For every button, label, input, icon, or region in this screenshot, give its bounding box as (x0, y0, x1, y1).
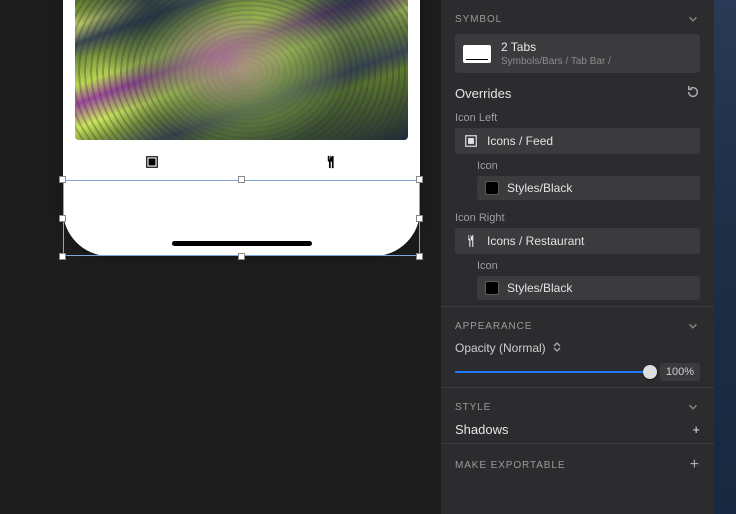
icon-left-color-dropdown[interactable]: Styles/Black (477, 176, 700, 200)
artboard-phone[interactable] (63, 0, 420, 256)
blend-mode-stepper-icon[interactable] (552, 341, 562, 355)
shadows-label: Shadows (455, 422, 508, 437)
symbol-header: Symbol (455, 14, 502, 25)
overrides-title: Overrides (455, 86, 511, 101)
style-header: Style (455, 402, 491, 413)
feed-icon (463, 133, 479, 149)
add-shadow-icon[interactable]: + (692, 422, 700, 437)
override-label-icon-right: Icon Right (455, 212, 700, 224)
symbol-thumbnail (463, 45, 491, 63)
selection-handle[interactable] (59, 176, 66, 183)
selection-handle[interactable] (416, 253, 423, 260)
add-export-icon[interactable]: + (690, 456, 700, 474)
selection-handle[interactable] (238, 253, 245, 260)
icon-right-dropdown[interactable]: Icons / Restaurant (455, 228, 700, 254)
restaurant-icon (323, 154, 339, 170)
dropdown-value: Styles/Black (507, 181, 572, 195)
selection-handle[interactable] (416, 215, 423, 222)
dropdown-value: Icons / Restaurant (487, 234, 584, 248)
selection-handle[interactable] (238, 176, 245, 183)
tab-left[interactable] (63, 140, 242, 184)
opacity-value[interactable]: 100% (660, 363, 700, 381)
exportable-section: Make Exportable + (441, 443, 714, 482)
dropdown-value: Styles/Black (507, 281, 572, 295)
override-label-icon-left: Icon Left (455, 112, 700, 124)
reset-overrides-icon[interactable] (686, 85, 700, 102)
override-sublabel: Icon (477, 260, 700, 272)
color-swatch (485, 281, 499, 295)
override-sublabel: Icon (477, 160, 700, 172)
chevron-down-icon[interactable] (686, 319, 700, 333)
dropdown-value: Icons / Feed (487, 134, 553, 148)
home-indicator (172, 241, 312, 246)
chevron-down-icon[interactable] (686, 12, 700, 26)
exportable-header: Make Exportable (455, 460, 565, 471)
symbol-section: Symbol 2 Tabs Symbols/Bars / Tab Bar / O… (441, 0, 714, 306)
design-canvas[interactable] (0, 0, 441, 514)
selection-handle[interactable] (416, 176, 423, 183)
opacity-slider[interactable] (455, 365, 650, 379)
icon-left-dropdown[interactable]: Icons / Feed (455, 128, 700, 154)
chevron-down-icon[interactable] (686, 400, 700, 414)
opacity-label: Opacity (Normal) (455, 341, 546, 355)
color-swatch (485, 181, 499, 195)
restaurant-icon (463, 233, 479, 249)
symbol-title: 2 Tabs (501, 40, 611, 54)
feed-icon (144, 154, 160, 170)
appearance-header: Appearance (455, 321, 532, 332)
selection-handle[interactable] (59, 253, 66, 260)
symbol-selector[interactable]: 2 Tabs Symbols/Bars / Tab Bar / (455, 34, 700, 73)
slider-thumb[interactable] (643, 365, 657, 379)
appearance-section: Appearance Opacity (Normal) 100% (441, 306, 714, 387)
tab-right[interactable] (242, 140, 421, 184)
symbol-path: Symbols/Bars / Tab Bar / (501, 56, 611, 67)
desktop-background (714, 0, 736, 514)
hero-image (75, 0, 408, 140)
selection-handle[interactable] (59, 215, 66, 222)
icon-right-color-dropdown[interactable]: Styles/Black (477, 276, 700, 300)
inspector-panel: Symbol 2 Tabs Symbols/Bars / Tab Bar / O… (441, 0, 714, 514)
style-section: Style Shadows + (441, 387, 714, 443)
